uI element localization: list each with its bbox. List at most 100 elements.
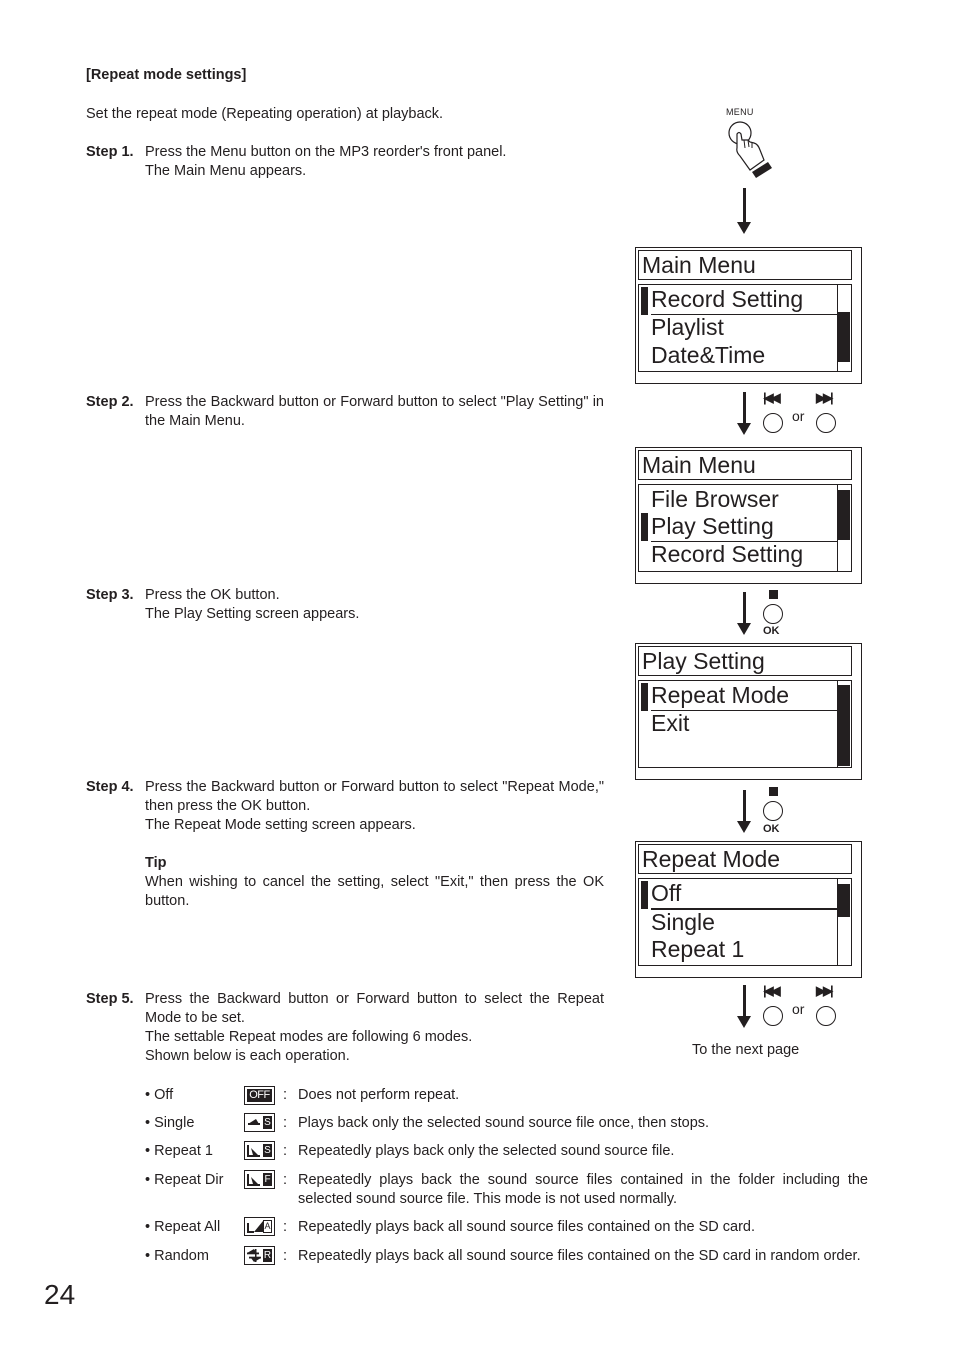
single-icon: S <box>244 1113 275 1132</box>
mode-description: Repeatedly plays back all sound source f… <box>298 1248 861 1264</box>
lcd-screen-repeat-mode: Repeat Mode Off Single Repeat 1 <box>635 841 862 978</box>
random-icon: R <box>244 1246 275 1265</box>
ok-label: OK <box>763 823 780 835</box>
tip-title: Tip <box>145 855 167 871</box>
lcd-item: Repeat 1 <box>651 936 745 962</box>
scrollbar <box>837 879 851 965</box>
colon: : <box>283 1172 288 1188</box>
step-5-label: Step 5. <box>86 991 134 1007</box>
colon: : <box>283 1143 288 1159</box>
mode-name: • Repeat All <box>145 1219 221 1235</box>
step-2-label: Step 2. <box>86 394 134 410</box>
lcd-item: Record Setting <box>651 286 837 315</box>
repeat-dir-icon: F <box>244 1170 275 1189</box>
step-3-label: Step 3. <box>86 587 134 603</box>
selection-marker <box>641 881 648 909</box>
lcd-item: Play Setting <box>651 513 837 542</box>
menu-button-press-icon <box>728 121 772 178</box>
mode-description: Repeatedly plays back only the selected … <box>298 1143 675 1159</box>
ok-button-icon <box>763 801 783 821</box>
mode-name: • Single <box>145 1115 195 1131</box>
down-arrow-icon <box>737 790 751 833</box>
next-page-label: To the next page <box>692 1042 800 1058</box>
scrollbar <box>837 285 851 371</box>
step-1-line: The Main Menu appears. <box>145 163 307 179</box>
menu-button-label: MENU <box>726 107 754 117</box>
forward-skip-icon: ▶▶| <box>816 983 834 998</box>
page-number: 24 <box>44 1279 76 1310</box>
lcd-item: File Browser <box>651 486 779 512</box>
lcd-title: Main Menu <box>638 250 852 280</box>
step-1-body: Press the Menu button on the MP3 reorder… <box>145 143 604 181</box>
repeat-1-icon-text: S <box>263 1144 272 1157</box>
colon: : <box>283 1248 288 1264</box>
lcd-list: Off Single Repeat 1 <box>638 878 852 966</box>
mode-description: Repeatedly plays back all sound source f… <box>298 1219 756 1235</box>
lcd-item: Date&Time <box>651 342 766 368</box>
ok-square-icon <box>769 787 778 796</box>
step-4-body: Press the Backward button or Forward but… <box>145 778 604 911</box>
mode-description: Does not perform repeat. <box>298 1087 460 1103</box>
off-icon: OFF <box>244 1086 275 1105</box>
step-3-line: Press the OK button. <box>145 587 280 603</box>
intro-text: Set the repeat mode (Repeating operation… <box>86 106 444 122</box>
single-icon-text: S <box>263 1116 272 1129</box>
scrollbar <box>837 485 851 571</box>
lcd-title: Main Menu <box>638 450 852 480</box>
lcd-item: Repeat Mode <box>651 682 837 711</box>
or-label: or <box>792 408 805 424</box>
down-arrow-icon <box>737 592 751 635</box>
mode-name: • Off <box>145 1087 174 1103</box>
step-1-line: Press the Menu button on the MP3 reorder… <box>145 144 507 160</box>
scrollbar-thumb <box>838 490 850 540</box>
lcd-item: Record Setting <box>651 541 804 567</box>
backward-skip-icon: |◀◀ <box>763 390 781 405</box>
scrollbar-thumb <box>838 884 850 917</box>
step-1-label: Step 1. <box>86 144 134 160</box>
lcd-title: Play Setting <box>638 646 852 676</box>
mode-description: Plays back only the selected sound sourc… <box>298 1115 710 1131</box>
colon: : <box>283 1219 288 1235</box>
step-5-line: Shown below is each operation. <box>145 1048 350 1064</box>
selection-marker <box>641 683 648 711</box>
forward-button-icon <box>816 1006 836 1026</box>
repeat-all-icon-text: A <box>263 1220 272 1233</box>
lcd-list: Record Setting Playlist Date&Time <box>638 284 852 372</box>
lcd-item: Playlist <box>651 314 724 340</box>
down-arrow-icon <box>737 985 751 1028</box>
colon: : <box>283 1087 288 1103</box>
ok-square-icon <box>769 590 778 599</box>
step-5-body: Press the Backward button or Forward but… <box>145 990 604 1066</box>
lcd-screen-main-menu-2: Main Menu File Browser Play Setting Reco… <box>635 447 862 584</box>
random-icon-text: R <box>263 1249 272 1262</box>
backward-button-icon <box>763 413 783 433</box>
down-arrow-icon <box>737 392 751 435</box>
repeat-dir-icon-text: F <box>263 1173 272 1186</box>
or-label: or <box>792 1001 805 1017</box>
backward-button-icon <box>763 1006 783 1026</box>
tip-text: When wishing to cancel the setting, sele… <box>145 874 604 909</box>
forward-button-icon <box>816 413 836 433</box>
step-5-line: Press the Backward button or Forward but… <box>145 991 604 1026</box>
lcd-screen-play-setting: Play Setting Repeat Mode Exit <box>635 643 862 780</box>
lcd-list: File Browser Play Setting Record Setting <box>638 484 852 572</box>
scrollbar-thumb <box>838 312 850 362</box>
lcd-item: Exit <box>651 710 690 736</box>
step-4-line: The Repeat Mode setting screen appears. <box>145 817 416 833</box>
repeat-1-icon: S <box>244 1141 275 1160</box>
lcd-list: Repeat Mode Exit <box>638 680 852 768</box>
colon: : <box>283 1115 288 1131</box>
forward-skip-icon: ▶▶| <box>816 390 834 405</box>
scrollbar <box>837 681 851 767</box>
mode-name: • Random <box>145 1248 209 1264</box>
backward-skip-icon: |◀◀ <box>763 983 781 998</box>
step-3-body: Press the OK button. The Play Setting sc… <box>145 586 604 624</box>
mode-name: • Repeat Dir <box>145 1172 224 1188</box>
lcd-item: Single <box>651 909 715 935</box>
section-title: [Repeat mode settings] <box>86 67 247 83</box>
off-icon-text: OFF <box>247 1089 272 1102</box>
down-arrow-icon <box>737 188 751 234</box>
ok-button-icon <box>763 604 783 624</box>
lcd-title: Repeat Mode <box>638 844 852 874</box>
mode-description: Repeatedly plays back the sound source f… <box>298 1172 868 1207</box>
